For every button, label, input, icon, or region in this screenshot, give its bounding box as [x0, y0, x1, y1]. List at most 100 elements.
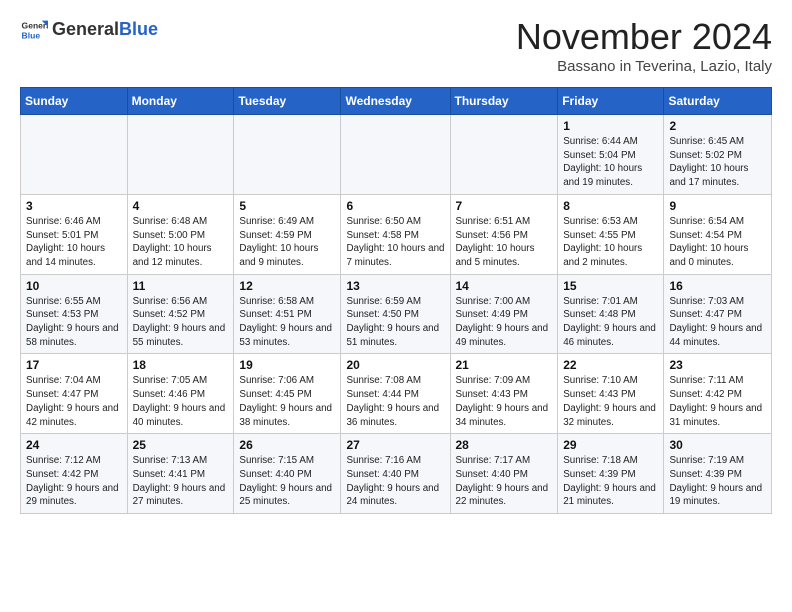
day-info: Sunrise: 6:56 AMSunset: 4:52 PMDaylight:…	[133, 295, 229, 350]
calendar-cell: 23 Sunrise: 7:11 AMSunset: 4:42 PMDayligh…	[664, 354, 772, 434]
calendar-cell: 13Sunrise: 6:59 AMSunset: 4:50 PMDayligh…	[341, 274, 450, 354]
day-number: 18	[133, 358, 229, 372]
day-number: 21	[456, 358, 553, 372]
day-number: 25	[133, 438, 229, 452]
day-info: Sunrise: 7:17 AMSunset: 4:40 PMDaylight:…	[456, 454, 553, 509]
day-info: Sunrise: 6:44 AMSunset: 5:04 PMDaylight:…	[563, 135, 658, 190]
day-number: 16	[669, 279, 766, 293]
day-number: 5	[239, 199, 335, 213]
day-info: Sunrise: 7:10 AMSunset: 4:43 PMDaylight:…	[563, 374, 658, 429]
calendar-cell: 24 Sunrise: 7:12 AMSunset: 4:42 PMDayligh…	[21, 434, 128, 514]
calendar-cell: 6 Sunrise: 6:50 AMSunset: 4:58 PMDaylight…	[341, 194, 450, 274]
calendar-table: SundayMondayTuesdayWednesdayThursdayFrid…	[20, 87, 772, 514]
calendar-week-row: 10 Sunrise: 6:55 AMSunset: 4:53 PMDayligh…	[21, 274, 772, 354]
day-info: Sunrise: 7:08 AMSunset: 4:44 PMDaylight:…	[346, 374, 444, 429]
calendar-cell: 7 Sunrise: 6:51 AMSunset: 4:56 PMDaylight…	[450, 194, 558, 274]
logo: General Blue GeneralBlue	[20, 16, 158, 44]
weekday-header-tuesday: Tuesday	[234, 88, 341, 115]
day-number: 30	[669, 438, 766, 452]
day-info: Sunrise: 6:49 AMSunset: 4:59 PMDaylight:…	[239, 215, 335, 270]
calendar-cell: 4 Sunrise: 6:48 AMSunset: 5:00 PMDaylight…	[127, 194, 234, 274]
day-number: 10	[26, 279, 122, 293]
day-info: Sunrise: 6:55 AMSunset: 4:53 PMDaylight:…	[26, 295, 122, 350]
day-info: Sunrise: 7:13 AMSunset: 4:41 PMDaylight:…	[133, 454, 229, 509]
day-number: 14	[456, 279, 553, 293]
weekday-header-saturday: Saturday	[664, 88, 772, 115]
calendar-cell: 5 Sunrise: 6:49 AMSunset: 4:59 PMDaylight…	[234, 194, 341, 274]
calendar-cell: 9 Sunrise: 6:54 AMSunset: 4:54 PMDaylight…	[664, 194, 772, 274]
day-number: 3	[26, 199, 122, 213]
title-area: November 2024 Bassano in Teverina, Lazio…	[516, 16, 772, 75]
day-number: 9	[669, 199, 766, 213]
weekday-header-wednesday: Wednesday	[341, 88, 450, 115]
calendar-week-row: 1Sunrise: 6:44 AMSunset: 5:04 PMDaylight…	[21, 115, 772, 195]
day-info: Sunrise: 7:04 AMSunset: 4:47 PMDaylight:…	[26, 374, 122, 429]
day-info: Sunrise: 6:50 AMSunset: 4:58 PMDaylight:…	[346, 215, 444, 270]
day-number: 12	[239, 279, 335, 293]
weekday-header-sunday: Sunday	[21, 88, 128, 115]
day-number: 8	[563, 199, 658, 213]
day-info: Sunrise: 7:00 AMSunset: 4:49 PMDaylight:…	[456, 295, 553, 350]
day-info: Sunrise: 7:19 AMSunset: 4:39 PMDaylight:…	[669, 454, 766, 509]
calendar-cell: 12Sunrise: 6:58 AMSunset: 4:51 PMDayligh…	[234, 274, 341, 354]
weekday-header-row: SundayMondayTuesdayWednesdayThursdayFrid…	[21, 88, 772, 115]
day-info: Sunrise: 7:12 AMSunset: 4:42 PMDaylight:…	[26, 454, 122, 509]
day-number: 26	[239, 438, 335, 452]
day-number: 6	[346, 199, 444, 213]
calendar-cell	[21, 115, 128, 195]
day-info: Sunrise: 6:46 AMSunset: 5:01 PMDaylight:…	[26, 215, 122, 270]
calendar-cell: 30 Sunrise: 7:19 AMSunset: 4:39 PMDayligh…	[664, 434, 772, 514]
calendar-cell: 14 Sunrise: 7:00 AMSunset: 4:49 PMDayligh…	[450, 274, 558, 354]
calendar-week-row: 3 Sunrise: 6:46 AMSunset: 5:01 PMDaylight…	[21, 194, 772, 274]
calendar-cell	[234, 115, 341, 195]
day-info: Sunrise: 7:01 AMSunset: 4:48 PMDaylight:…	[563, 295, 658, 350]
calendar-cell: 1Sunrise: 6:44 AMSunset: 5:04 PMDaylight…	[558, 115, 664, 195]
logo-icon: General Blue	[20, 16, 48, 44]
day-number: 11	[133, 279, 229, 293]
calendar-cell: 28Sunrise: 7:17 AMSunset: 4:40 PMDayligh…	[450, 434, 558, 514]
day-info: Sunrise: 7:16 AMSunset: 4:40 PMDaylight:…	[346, 454, 444, 509]
calendar-cell: 11 Sunrise: 6:56 AMSunset: 4:52 PMDayligh…	[127, 274, 234, 354]
day-info: Sunrise: 6:53 AMSunset: 4:55 PMDaylight:…	[563, 215, 658, 270]
calendar-cell: 22 Sunrise: 7:10 AMSunset: 4:43 PMDayligh…	[558, 354, 664, 434]
calendar-cell	[450, 115, 558, 195]
calendar-cell: 8 Sunrise: 6:53 AMSunset: 4:55 PMDaylight…	[558, 194, 664, 274]
logo-blue-text: Blue	[119, 19, 158, 39]
day-number: 22	[563, 358, 658, 372]
day-number: 24	[26, 438, 122, 452]
calendar-cell: 16 Sunrise: 7:03 AMSunset: 4:47 PMDayligh…	[664, 274, 772, 354]
svg-text:Blue: Blue	[22, 31, 41, 41]
day-number: 20	[346, 358, 444, 372]
calendar-cell: 2 Sunrise: 6:45 AMSunset: 5:02 PMDaylight…	[664, 115, 772, 195]
calendar-cell: 3 Sunrise: 6:46 AMSunset: 5:01 PMDaylight…	[21, 194, 128, 274]
day-number: 23	[669, 358, 766, 372]
calendar-week-row: 24 Sunrise: 7:12 AMSunset: 4:42 PMDayligh…	[21, 434, 772, 514]
day-number: 19	[239, 358, 335, 372]
day-info: Sunrise: 7:05 AMSunset: 4:46 PMDaylight:…	[133, 374, 229, 429]
day-info: Sunrise: 6:48 AMSunset: 5:00 PMDaylight:…	[133, 215, 229, 270]
day-number: 29	[563, 438, 658, 452]
day-number: 2	[669, 119, 766, 133]
day-info: Sunrise: 6:54 AMSunset: 4:54 PMDaylight:…	[669, 215, 766, 270]
day-info: Sunrise: 6:51 AMSunset: 4:56 PMDaylight:…	[456, 215, 553, 270]
day-info: Sunrise: 6:45 AMSunset: 5:02 PMDaylight:…	[669, 135, 766, 190]
calendar-cell: 21Sunrise: 7:09 AMSunset: 4:43 PMDayligh…	[450, 354, 558, 434]
day-info: Sunrise: 7:03 AMSunset: 4:47 PMDaylight:…	[669, 295, 766, 350]
calendar-cell	[341, 115, 450, 195]
calendar-cell: 29 Sunrise: 7:18 AMSunset: 4:39 PMDayligh…	[558, 434, 664, 514]
day-info: Sunrise: 7:11 AMSunset: 4:42 PMDaylight:…	[669, 374, 766, 429]
day-info: Sunrise: 7:15 AMSunset: 4:40 PMDaylight:…	[239, 454, 335, 509]
weekday-header-thursday: Thursday	[450, 88, 558, 115]
day-number: 7	[456, 199, 553, 213]
calendar-cell: 18 Sunrise: 7:05 AMSunset: 4:46 PMDayligh…	[127, 354, 234, 434]
header: General Blue GeneralBlue November 2024 B…	[20, 16, 772, 75]
day-number: 27	[346, 438, 444, 452]
day-number: 4	[133, 199, 229, 213]
day-info: Sunrise: 7:06 AMSunset: 4:45 PMDaylight:…	[239, 374, 335, 429]
calendar-cell: 17Sunrise: 7:04 AMSunset: 4:47 PMDayligh…	[21, 354, 128, 434]
calendar-cell: 10 Sunrise: 6:55 AMSunset: 4:53 PMDayligh…	[21, 274, 128, 354]
calendar-cell: 26 Sunrise: 7:15 AMSunset: 4:40 PMDayligh…	[234, 434, 341, 514]
day-info: Sunrise: 7:18 AMSunset: 4:39 PMDaylight:…	[563, 454, 658, 509]
calendar-week-row: 17Sunrise: 7:04 AMSunset: 4:47 PMDayligh…	[21, 354, 772, 434]
month-year-title: November 2024	[516, 16, 772, 58]
